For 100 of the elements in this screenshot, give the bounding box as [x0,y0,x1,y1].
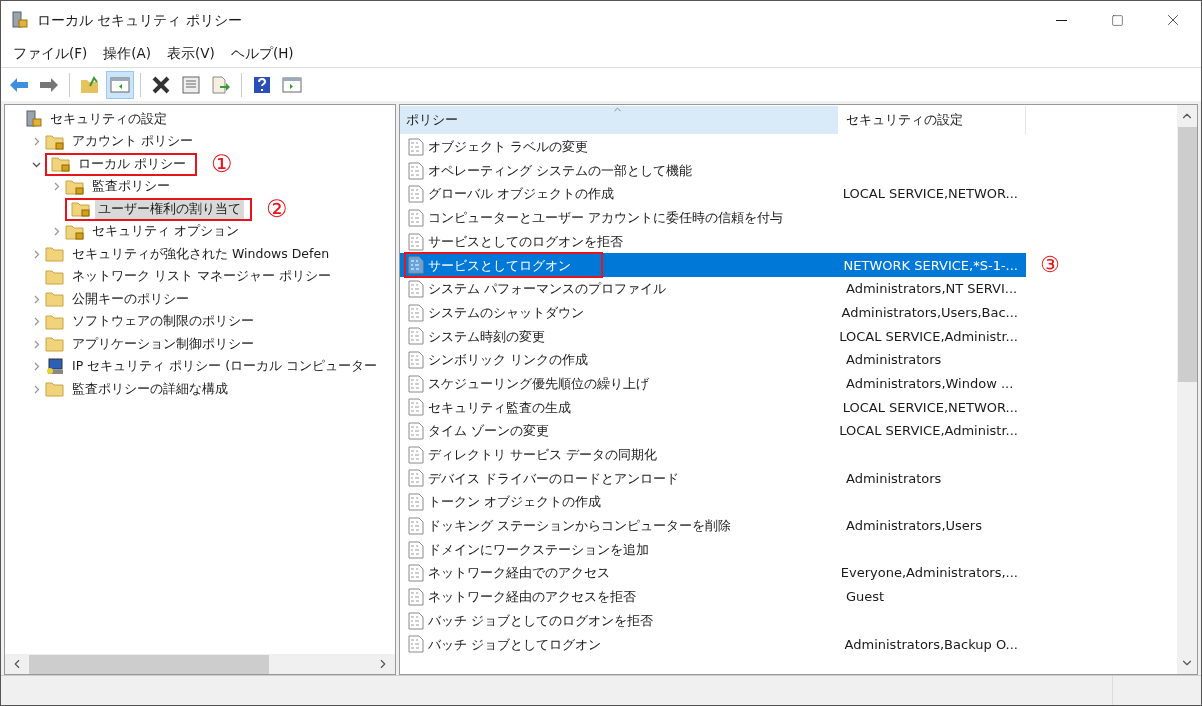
tree-item[interactable]: セキュリティ オプション [89,222,242,242]
policy-icon [408,422,424,441]
policy-icon [408,279,424,298]
policy-row[interactable]: トークン オブジェクトの作成 [400,490,1026,514]
tree-pane-icon [110,76,130,93]
policy-name: スケジューリング優先順位の繰り上げ [427,374,649,393]
security-setting: LOCAL SERVICE,Administr... [838,327,1019,346]
policy-name: シンボリック リンクの作成 [427,351,589,370]
security-setting: LOCAL SERVICE,NETWOR... [841,185,1019,204]
policy-name: システムのシャットダウン [427,303,584,322]
locked-folder-icon [65,222,85,241]
export-list-icon [211,75,231,94]
policy-row[interactable]: ドメインにワークステーションを追加 [400,537,1026,562]
policy-row[interactable]: スケジューリング優先順位の繰り上げ Administrators,Window ... [400,371,1026,396]
policy-name: ネットワーク経由のアクセスを拒否 [427,588,636,607]
menu-item[interactable]: ヘルプ(H) [222,41,302,65]
policy-name: ネットワーク経由でのアクセス [427,564,610,583]
policy-icon [408,256,424,275]
policy-icon [408,564,424,583]
column-header[interactable]: セキュリティの設定 [838,106,1026,134]
policy-row[interactable]: シンボリック リンクの作成 Administrators [400,348,1026,372]
tree-item[interactable]: ユーザー権利の割り当て [95,199,244,219]
locked-folder-icon [71,200,91,219]
policy-icon [408,493,424,512]
security-setting: Administrators,Users,Bac... [840,303,1019,322]
policy-name: コンピューターとユーザー アカウントに委任時の信頼を付与 [427,209,784,228]
window-title: ローカル セキュリティ ポリシー [37,10,242,30]
forward-arrow-icon [39,76,59,93]
policy-row[interactable]: タイム ゾーンの変更 LOCAL SERVICE,Administr... [400,419,1026,443]
policy-icon [408,445,424,464]
policy-icon [408,303,424,322]
annotation-number: ② [266,197,288,222]
menu-item[interactable]: ファイル(F) [5,41,96,65]
policy-name: システム時刻の変更 [427,327,545,346]
policy-icon [408,398,424,417]
policy-name: グローバル オブジェクトの作成 [427,185,615,204]
policy-row[interactable]: サービスとしてログオン NETWORK SERVICE,*S-1-... [400,253,1026,278]
security-setting: LOCAL SERVICE,Administr... [838,422,1019,441]
policy-row[interactable]: デバイス ドライバーのロードとアンロード Administrators [400,466,1026,491]
policy-row[interactable]: ネットワーク経由のアクセスを拒否 Guest [400,585,1026,609]
security-setting: Everyone,Administrators,... [839,564,1019,583]
tree-item[interactable]: アプリケーション制御ポリシー [69,334,257,354]
folder-icon [45,312,65,331]
folder-icon [45,267,65,286]
tree-item[interactable]: ローカル ポリシー [75,154,189,174]
tree-item[interactable]: 公開キーのポリシー [69,289,192,309]
policy-row[interactable]: バッチ ジョブとしてのログオンを拒否 [400,608,1026,633]
policy-row[interactable]: グローバル オブジェクトの作成 LOCAL SERVICE,NETWOR... [400,182,1026,207]
policy-icon [408,611,424,630]
policy-name: システム パフォーマンスのプロファイル [427,280,667,299]
tree-item[interactable]: セキュリティの設定 [47,109,170,129]
vertical-scrollbar[interactable] [1177,105,1197,674]
back-arrow-icon [9,76,29,93]
locked-folder-icon [45,132,65,151]
policy-row[interactable]: オブジェクト ラベルの変更 [400,135,1026,159]
policy-name: サービスとしてのログオンを拒否 [427,232,623,251]
policy-icon [408,540,424,559]
policy-row[interactable]: ディレクトリ サービス データの同期化 [400,442,1026,467]
policy-row[interactable]: システム時刻の変更 LOCAL SERVICE,Administr... [400,324,1026,349]
tree-item[interactable]: ソフトウェアの制限のポリシー [69,312,257,332]
policy-row[interactable]: ドッキング ステーションからコンピューターを削除 Administrators,Users [400,514,1026,538]
column-header[interactable]: ポリシー [400,106,838,134]
tree-item[interactable]: 監査ポリシー [89,177,173,197]
security-setting: NETWORK SERVICE,*S-1-... [842,256,1019,275]
folder-icon [45,290,65,309]
locked-folder-icon [65,177,85,196]
minimize-icon [1055,19,1067,21]
security-setting: Administrators,Backup O... [843,635,1019,654]
menu-item[interactable]: 表示(V) [159,41,223,65]
policy-icon [408,516,424,535]
tree-item[interactable]: セキュリティが強化された Windows Defen [69,244,333,264]
policy-icon [408,232,424,251]
policy-icon [408,185,424,204]
policy-name: バッチ ジョブとしてログオン [427,635,602,654]
properties-icon [182,75,200,94]
policy-row[interactable]: システムのシャットダウン Administrators,Users,Bac... [400,300,1026,325]
policy-row[interactable]: バッチ ジョブとしてログオン Administrators,Backup O... [400,632,1026,657]
policy-row[interactable]: セキュリティ監査の生成 LOCAL SERVICE,NETWOR... [400,395,1026,420]
policy-row[interactable]: サービスとしてのログオンを拒否 [400,229,1026,254]
server-lock-icon [25,110,43,129]
horizontal-scrollbar[interactable] [5,654,395,674]
folder-icon [45,245,65,264]
annotation-number: ③ [1040,254,1060,277]
maximize-icon [1110,13,1124,27]
help-icon [253,75,271,94]
policy-row[interactable]: システム パフォーマンスのプロファイル Administrators,NT SERVI... [400,277,1026,301]
menu-item[interactable]: 操作(A) [95,41,160,65]
tree-item[interactable]: IP セキュリティ ポリシー (ローカル コンピューター [69,357,380,377]
policy-row[interactable]: ネットワーク経由でのアクセス Everyone,Administrators,... [400,561,1026,586]
security-setting: Administrators [845,469,943,488]
policy-name: トークン オブジェクトの作成 [427,493,602,512]
policy-row[interactable]: オペレーティング システムの一部として機能 [400,158,1026,183]
policy-name: オペレーティング システムの一部として機能 [427,161,693,180]
policy-row[interactable]: コンピューターとユーザー アカウントに委任時の信頼を付与 [400,206,1026,230]
tree-item[interactable]: 監査ポリシーの詳細な構成 [69,379,231,399]
annotation-number: ① [211,152,233,177]
policy-icon [408,587,424,606]
policy-name: サービスとしてログオン [427,256,571,275]
tree-item[interactable]: ネットワーク リスト マネージャー ポリシー [69,267,334,287]
tree-item[interactable]: アカウント ポリシー [69,132,196,152]
